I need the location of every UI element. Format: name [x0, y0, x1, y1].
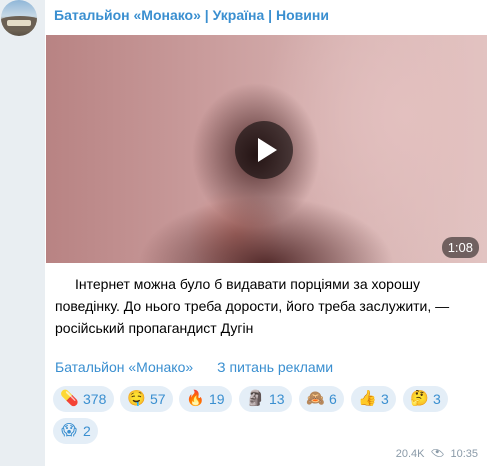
video-duration: 1:08: [441, 237, 479, 258]
screaming-face-icon: 😱: [61, 422, 77, 439]
moai-icon: 🗿: [246, 390, 265, 407]
reaction-count: 57: [150, 391, 166, 407]
post-links: Батальйон «Монако» З питань реклами: [55, 359, 333, 375]
post-text-body: Інтернет можна було б видавати порціями …: [55, 276, 450, 336]
message-bubble: Батальйон «Монако» | Україна | Новини 1:…: [45, 0, 488, 466]
avatar-town: [7, 20, 31, 26]
reaction-count: 378: [83, 391, 107, 407]
thumbs-up-icon: 👍: [358, 390, 377, 407]
fire-icon: 🔥: [186, 390, 205, 407]
reaction-moai-button[interactable]: 🗿 13: [239, 386, 292, 412]
play-icon: [258, 138, 277, 162]
channel-avatar[interactable]: [1, 0, 37, 36]
reaction-thumbs-up-button[interactable]: 👍 3: [351, 386, 396, 412]
reaction-drooling-button[interactable]: 🤤 57: [120, 386, 173, 412]
message-time: 10:35: [450, 448, 478, 460]
play-button[interactable]: [235, 121, 293, 179]
reaction-thinking-button[interactable]: 🤔 3: [403, 386, 448, 412]
channel-title[interactable]: Батальйон «Монако» | Україна | Новини: [54, 7, 329, 23]
pill-emoji-icon: 💊: [60, 390, 79, 407]
reaction-count: 2: [83, 423, 91, 439]
reaction-see-no-evil-button[interactable]: 🙈 6: [299, 386, 344, 412]
video-preview[interactable]: 1:08: [46, 35, 487, 263]
reaction-pill-button[interactable]: 💊 378: [53, 386, 114, 412]
reaction-count: 6: [329, 391, 337, 407]
reaction-count: 3: [381, 391, 389, 407]
channel-link[interactable]: Батальйон «Монако»: [55, 359, 193, 375]
thinking-face-icon: 🤔: [410, 390, 429, 407]
reaction-count: 3: [433, 391, 441, 407]
reaction-screaming-button[interactable]: 😱 2: [53, 418, 98, 444]
see-no-evil-monkey-icon: 🙈: [306, 390, 325, 407]
message-meta: 20.4K 10:35: [395, 446, 478, 460]
reaction-count: 19: [209, 391, 225, 407]
view-count: 20.4K: [395, 448, 425, 460]
post-text: Інтернет можна було б видавати порціями …: [55, 273, 480, 339]
eye-icon: [431, 446, 445, 460]
ads-link[interactable]: З питань реклами: [217, 359, 333, 375]
drooling-face-icon: 🤤: [127, 390, 146, 407]
reaction-count: 13: [269, 391, 285, 407]
reaction-fire-button[interactable]: 🔥 19: [179, 386, 232, 412]
